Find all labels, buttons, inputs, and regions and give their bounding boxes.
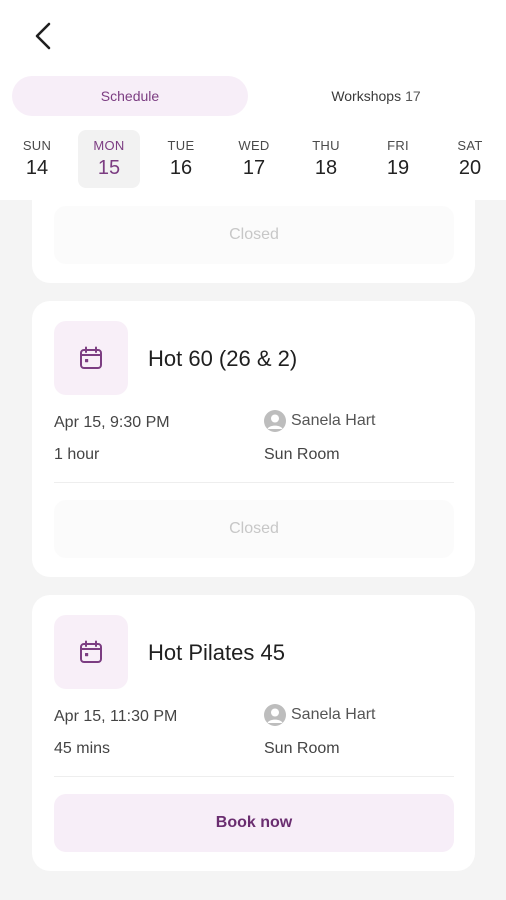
tab-workshops[interactable]: Workshops 17 <box>258 76 494 116</box>
day-of-week: THU <box>312 138 340 153</box>
day-of-week: MON <box>93 138 125 153</box>
divider <box>54 776 454 777</box>
day-of-week: TUE <box>167 138 195 153</box>
day-wed[interactable]: WED 17 <box>223 130 285 188</box>
user-icon <box>267 414 283 429</box>
tab-schedule-label: Schedule <box>100 88 160 104</box>
user-icon <box>267 708 283 723</box>
day-number: 19 <box>386 157 410 179</box>
class-title: Hot 60 (26 & 2) <box>148 346 298 371</box>
class-room: Sun Room <box>264 446 340 463</box>
class-icon-box <box>54 321 128 395</box>
tab-workshops-count: 17 <box>405 88 421 104</box>
class-duration: 45 mins <box>54 740 111 757</box>
week-day-selector: SUN 14 MON 15 TUE 16 WED 17 THU 18 FRI 1… <box>0 130 506 188</box>
book-now-button[interactable]: Book now <box>54 794 454 852</box>
closed-label: Closed <box>229 520 279 537</box>
day-thu[interactable]: THU 18 <box>295 130 357 188</box>
day-number: 16 <box>169 157 193 179</box>
arrow-left-icon <box>35 22 51 50</box>
day-number: 15 <box>97 157 121 179</box>
avatar <box>264 410 286 432</box>
class-datetime: Apr 15, 9:30 PM <box>54 414 170 431</box>
closed-button: Closed <box>54 500 454 558</box>
calendar-icon <box>80 346 102 369</box>
day-tue[interactable]: TUE 16 <box>150 130 212 188</box>
tab-workshops-label: Workshops <box>331 88 402 104</box>
class-room: Sun Room <box>264 740 340 757</box>
day-number: 14 <box>25 157 49 179</box>
day-sat[interactable]: SAT 20 <box>439 130 501 188</box>
class-card: Hot 60 (26 & 2) Apr 15, 9:30 PM 1 hour S… <box>32 301 475 577</box>
class-duration: 1 hour <box>54 446 100 463</box>
day-number: 20 <box>458 157 482 179</box>
avatar <box>264 704 286 726</box>
day-sun[interactable]: SUN 14 <box>6 130 68 188</box>
instructor-name: Sanela Hart <box>291 412 376 429</box>
class-datetime: Apr 15, 11:30 PM <box>54 708 178 725</box>
back-button[interactable] <box>22 16 62 56</box>
class-title: Hot Pilates 45 <box>148 640 285 665</box>
top-bar: Schedule Workshops 17 SUN 14 MON 15 TUE … <box>0 0 506 200</box>
day-of-week: FRI <box>387 138 409 153</box>
divider <box>54 482 454 483</box>
instructor: Sanela Hart <box>264 410 376 432</box>
closed-button: Closed <box>54 206 454 264</box>
book-now-label: Book now <box>215 814 293 831</box>
day-of-week: SUN <box>22 138 52 153</box>
day-number: 18 <box>314 157 338 179</box>
day-number: 17 <box>242 157 266 179</box>
instructor: Sanela Hart <box>264 704 376 726</box>
segmented-tabs: Schedule Workshops 17 <box>12 76 494 116</box>
day-of-week: SAT <box>457 138 483 153</box>
day-mon[interactable]: MON 15 <box>78 130 140 188</box>
instructor-name: Sanela Hart <box>291 706 376 723</box>
calendar-icon <box>80 640 102 663</box>
tab-schedule[interactable]: Schedule <box>12 76 248 116</box>
closed-label: Closed <box>229 226 279 243</box>
class-card: Hot Pilates 45 Apr 15, 11:30 PM 45 mins … <box>32 595 475 871</box>
day-fri[interactable]: FRI 19 <box>367 130 429 188</box>
day-of-week: WED <box>238 138 270 153</box>
class-icon-box <box>54 615 128 689</box>
